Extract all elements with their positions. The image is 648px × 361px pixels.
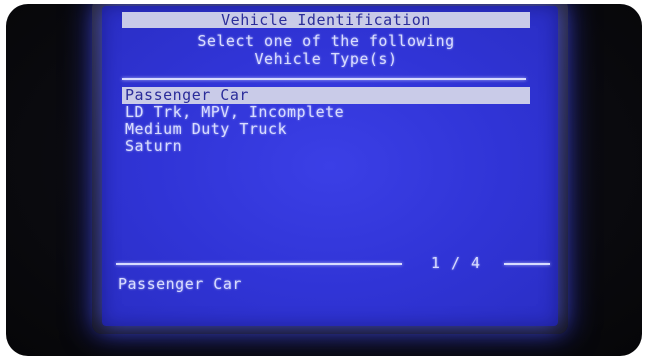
vehicle-type-list: Passenger Car LD Trk, MPV, Incomplete Me… — [122, 87, 530, 155]
page-title: Vehicle Identification — [221, 11, 431, 29]
scan-tool-screen: Vehicle Identification Select one of the… — [102, 6, 558, 326]
list-item-passenger-car[interactable]: Passenger Car — [122, 87, 530, 104]
title-bar: Vehicle Identification — [122, 11, 530, 29]
instruction-line-2: Vehicle Type(s) — [254, 50, 398, 68]
list-item-medium-duty-truck[interactable]: Medium Duty Truck — [122, 121, 530, 138]
list-item-saturn[interactable]: Saturn — [122, 138, 530, 155]
header-divider — [122, 78, 526, 80]
device-photo: Vehicle Identification Select one of the… — [6, 4, 642, 356]
footer-divider-right — [504, 263, 550, 265]
page-indicator: 1 / 4 — [430, 254, 482, 272]
instruction-line-1: Select one of the following — [197, 32, 455, 50]
status-text: Passenger Car — [118, 275, 242, 293]
list-item-ld-truck[interactable]: LD Trk, MPV, Incomplete — [122, 104, 530, 121]
footer-divider-left — [116, 263, 402, 265]
